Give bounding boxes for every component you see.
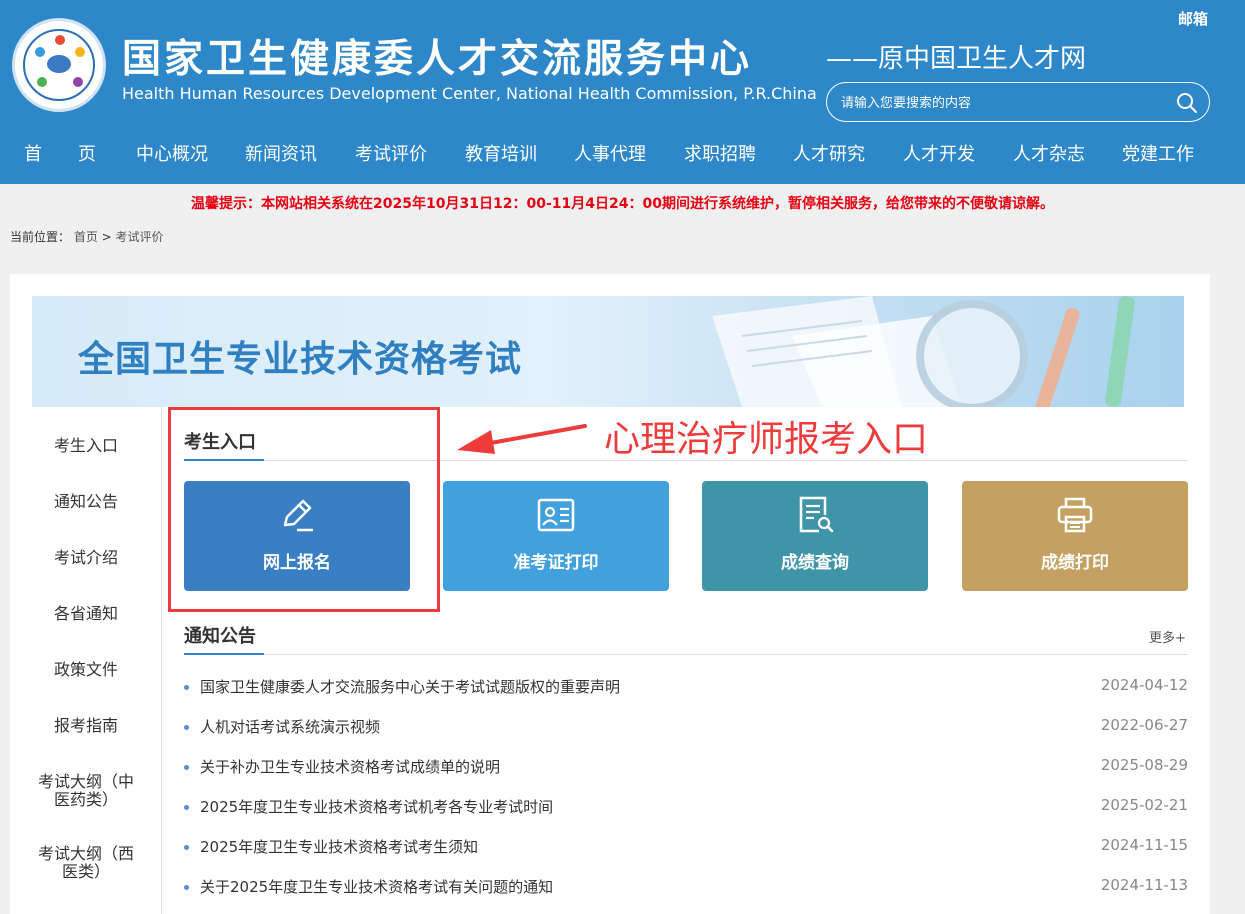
nav-development[interactable]: 人才开发 — [903, 140, 975, 166]
banner-title: 全国卫生专业技术资格考试 — [78, 339, 523, 380]
logo-dot-purple — [73, 77, 83, 87]
news-item: 人机对话考试系统演示视频 2022-06-27 — [184, 716, 1188, 740]
search-icon[interactable] — [1175, 91, 1199, 115]
breadcrumb-current[interactable]: 考试评价 — [116, 230, 164, 244]
admission-ticket-label: 准考证打印 — [513, 553, 599, 573]
breadcrumb-sep: > — [97, 230, 116, 244]
news-section-title: 通知公告 — [184, 626, 256, 647]
logo-dot-yellow — [75, 47, 85, 57]
news-item-title[interactable]: 国家卫生健康委人才交流服务中心关于考试试题版权的重要声明 — [200, 676, 620, 697]
sidebar-item-province[interactable]: 各省通知 — [10, 605, 162, 623]
nav-party[interactable]: 党建工作 — [1122, 140, 1194, 166]
news-more-link[interactable]: 更多+ — [1149, 627, 1186, 646]
maintenance-notice: 温馨提示：本网站相关系统在2025年10月31日12：00-11月4日24：00… — [191, 196, 1054, 212]
exam-banner: 全国卫生专业技术资格考试 — [32, 296, 1184, 407]
annotation-highlight-box — [168, 407, 440, 612]
nav-research[interactable]: 人才研究 — [793, 140, 865, 166]
nav-news[interactable]: 新闻资讯 — [245, 140, 317, 166]
news-bullet — [184, 845, 189, 850]
nav-about[interactable]: 中心概况 — [136, 140, 208, 166]
news-item: 2025年度卫生专业技术资格考试机考各专业考试时间 2025-02-21 — [184, 796, 1188, 820]
nav-jobs[interactable]: 求职招聘 — [684, 140, 756, 166]
banner-illustration — [712, 296, 1135, 407]
news-item-title[interactable]: 关于补办卫生专业技术资格考试成绩单的说明 — [200, 756, 500, 777]
annotation-arrow-icon — [457, 424, 587, 454]
site-header: 国家卫生健康委人才交流服务中心 Health Human Resources D… — [0, 0, 1245, 184]
news-item-date: 2022-06-27 — [1100, 716, 1188, 734]
news-bullet — [184, 885, 189, 890]
news-item-date: 2025-08-29 — [1100, 756, 1188, 774]
sidebar-item-notices[interactable]: 通知公告 — [10, 493, 162, 511]
nav-personnel[interactable]: 人事代理 — [574, 140, 646, 166]
search-input[interactable] — [841, 92, 1161, 114]
sidebar-item-syllabus-western[interactable]: 考试大纲（西医类） — [10, 845, 162, 881]
breadcrumb-label: 当前位置： — [10, 230, 71, 244]
score-query-label: 成绩查询 — [781, 553, 849, 573]
score-print-button[interactable]: 成绩打印 — [962, 481, 1188, 591]
site-title-cn: 国家卫生健康委人才交流服务中心 — [122, 37, 753, 82]
news-item-date: 2024-04-12 — [1100, 676, 1188, 694]
news-item: 关于2025年度卫生专业技术资格考试有关问题的通知 2024-11-13 — [184, 876, 1188, 900]
site-logo[interactable] — [12, 18, 106, 112]
sidebar-item-policy[interactable]: 政策文件 — [10, 661, 162, 679]
site-title-en: Health Human Resources Development Cente… — [122, 84, 817, 103]
main-nav: 首 页 中心概况 新闻资讯 考试评价 教育培训 人事代理 求职招聘 人才研究 人… — [0, 140, 1245, 172]
site-subtitle: ——原中国卫生人才网 — [826, 44, 1087, 74]
nav-education[interactable]: 教育培训 — [465, 140, 537, 166]
news-item: 2025年度卫生专业技术资格考试考生须知 2024-11-15 — [184, 836, 1188, 860]
breadcrumb-home[interactable]: 首页 — [74, 230, 98, 244]
news-item: 关于补办卫生专业技术资格考试成绩单的说明 2025-08-29 — [184, 756, 1188, 780]
logo-dot-red — [55, 35, 65, 45]
logo-dot-green — [37, 77, 47, 87]
document-search-icon — [799, 496, 834, 533]
mail-link[interactable]: 邮箱 — [1178, 8, 1208, 29]
news-item-date: 2025-02-21 — [1100, 796, 1188, 814]
sidebar-item-guide[interactable]: 报考指南 — [10, 717, 162, 735]
sidebar-item-entry[interactable]: 考生入口 — [10, 437, 162, 455]
news-bullet — [184, 805, 189, 810]
news-item: 国家卫生健康委人才交流服务中心关于考试试题版权的重要声明 2024-04-12 — [184, 676, 1188, 700]
printer-icon — [1057, 497, 1093, 533]
sidebar-item-syllabus-tcm[interactable]: 考试大纲（中医药类） — [10, 773, 162, 809]
news-item-date: 2024-11-15 — [1100, 836, 1188, 854]
logo-globe — [45, 53, 73, 75]
nav-home[interactable]: 首 页 — [24, 140, 96, 166]
news-bullet — [184, 765, 189, 770]
news-item-title[interactable]: 2025年度卫生专业技术资格考试机考各专业考试时间 — [200, 796, 553, 817]
news-item-title[interactable]: 人机对话考试系统演示视频 — [200, 716, 380, 737]
logo-dot-blue — [35, 47, 45, 57]
score-query-button[interactable]: 成绩查询 — [702, 481, 928, 591]
breadcrumb: 当前位置： 首页 > 考试评价 — [10, 228, 164, 245]
sidebar: 考生入口 通知公告 考试介绍 各省通知 政策文件 报考指南 考试大纲（中医药类）… — [10, 407, 162, 914]
id-card-icon — [537, 498, 575, 532]
news-item-title[interactable]: 2025年度卫生专业技术资格考试考生须知 — [200, 836, 478, 857]
news-bullet — [184, 725, 189, 730]
news-item-date: 2024-11-13 — [1100, 876, 1188, 894]
news-title-underline — [184, 653, 264, 655]
search-box — [826, 82, 1210, 122]
news-divider — [184, 654, 1188, 655]
score-print-label: 成绩打印 — [1041, 553, 1109, 573]
sidebar-item-intro[interactable]: 考试介绍 — [10, 549, 162, 567]
news-item-title[interactable]: 关于2025年度卫生专业技术资格考试有关问题的通知 — [200, 876, 553, 897]
annotation-text: 心理治疗师报考入口 — [604, 419, 929, 460]
nav-exam[interactable]: 考试评价 — [355, 140, 427, 166]
news-bullet — [184, 685, 189, 690]
nav-magazine[interactable]: 人才杂志 — [1013, 140, 1085, 166]
admission-ticket-button[interactable]: 准考证打印 — [443, 481, 669, 591]
